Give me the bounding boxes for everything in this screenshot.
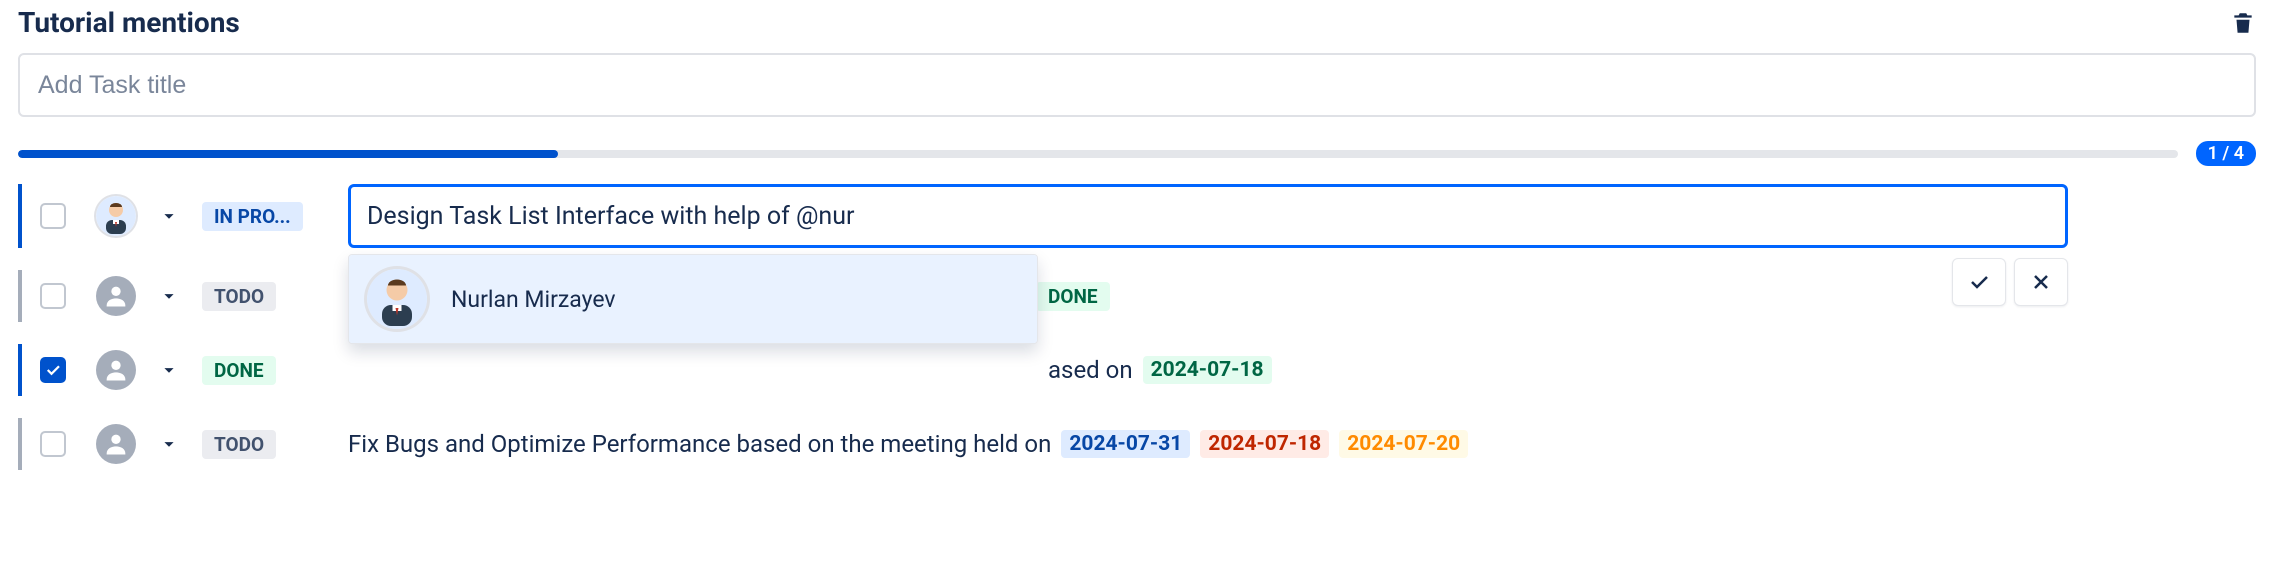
- expand-toggle[interactable]: [158, 433, 180, 455]
- mention-item[interactable]: Nurlan Mirzayev: [349, 255, 1037, 343]
- page-title: Tutorial mentions: [18, 6, 240, 39]
- task-stripe: [18, 418, 22, 470]
- task-content: Fix Bugs and Optimize Performance based …: [348, 430, 1468, 458]
- task-content: ased on 2024-07-18: [348, 356, 1272, 384]
- progress-badge: 1 / 4: [2196, 141, 2256, 166]
- assignee-avatar[interactable]: [96, 350, 136, 390]
- status-badge[interactable]: DONE: [202, 356, 276, 385]
- progress-fill: [18, 150, 558, 158]
- task-checkbox[interactable]: [40, 283, 66, 309]
- status-badge[interactable]: IN PRO...: [202, 202, 303, 231]
- trash-icon[interactable]: [2230, 10, 2256, 36]
- progress-row: 1 / 4: [18, 141, 2256, 166]
- status-badge[interactable]: TODO: [202, 430, 276, 459]
- mention-popup: Nurlan Mirzayev: [348, 254, 1038, 344]
- task-list: IN PRO... Nurlan Mirzayev: [18, 184, 2256, 470]
- task-checkbox[interactable]: [40, 203, 66, 229]
- task-row: IN PRO... Nurlan Mirzayev: [18, 184, 2256, 248]
- task-stripe: [18, 184, 22, 248]
- task-checkbox[interactable]: [40, 431, 66, 457]
- status-badge[interactable]: TODO: [202, 282, 276, 311]
- expand-toggle[interactable]: [158, 285, 180, 307]
- task-stripe: [18, 344, 22, 396]
- add-task-input-wrap: [18, 53, 2256, 117]
- assignee-avatar[interactable]: [96, 424, 136, 464]
- inline-status-tag: DONE: [1036, 282, 1110, 311]
- mention-name: Nurlan Mirzayev: [451, 286, 616, 313]
- expand-toggle[interactable]: [158, 205, 180, 227]
- assignee-avatar[interactable]: [96, 276, 136, 316]
- header-row: Tutorial mentions: [18, 6, 2256, 39]
- task-title[interactable]: Fix Bugs and Optimize Performance based …: [348, 430, 1051, 458]
- task-title-fragment: ased on: [1048, 356, 1133, 384]
- task-row: TODO Fix Bugs and Optimize Performance b…: [18, 418, 2256, 470]
- expand-toggle[interactable]: [158, 359, 180, 381]
- add-task-input[interactable]: [18, 53, 2256, 117]
- task-title-input[interactable]: [348, 184, 2068, 248]
- task-stripe: [18, 270, 22, 322]
- task-checkbox[interactable]: [40, 357, 66, 383]
- mention-avatar: [367, 269, 427, 329]
- date-tag[interactable]: 2024-07-31: [1061, 430, 1190, 458]
- task-row: DONE ased on 2024-07-18: [18, 344, 2256, 396]
- task-edit-wrap: Nurlan Mirzayev: [348, 184, 2068, 248]
- date-tag[interactable]: 2024-07-18: [1200, 430, 1329, 458]
- date-tag[interactable]: 2024-07-20: [1339, 430, 1468, 458]
- progress-track: [18, 150, 2178, 158]
- assignee-avatar[interactable]: [96, 196, 136, 236]
- date-tag[interactable]: 2024-07-18: [1143, 356, 1272, 384]
